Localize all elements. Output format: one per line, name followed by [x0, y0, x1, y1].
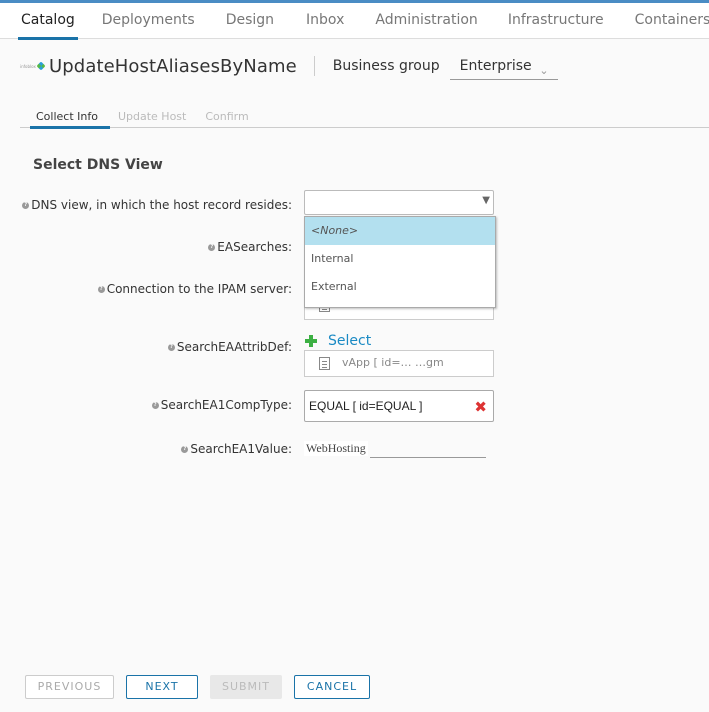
chevron-down-icon: ▼	[482, 195, 490, 206]
main-nav: Catalog Deployments Design Inbox Adminis…	[0, 3, 709, 40]
infoblox-logo: infoblox	[20, 59, 48, 73]
wizard-steps: Collect Info Update Host Confirm	[20, 108, 709, 129]
step-collect-info[interactable]: Collect Info	[25, 108, 110, 129]
request-header: infoblox UpdateHostAliasesByName Busines…	[20, 50, 558, 82]
logo-text: infoblox	[20, 63, 36, 69]
help-icon[interactable]: ?	[181, 445, 189, 453]
ipam-connection-label: ? Connection to the IPAM server:	[97, 282, 292, 296]
help-icon[interactable]: ?	[97, 285, 105, 293]
dns-view-dropdown-menu: <None> Internal External	[304, 216, 496, 308]
dns-view-label: ? DNS view, in which the host record res…	[22, 198, 292, 212]
help-icon[interactable]: ?	[151, 401, 159, 409]
chevron-down-icon: ⌄	[539, 63, 549, 77]
next-button[interactable]: NEXT	[126, 675, 198, 699]
search-ea1-value-label-text: SearchEA1Value:	[190, 442, 292, 456]
nav-tab-catalog[interactable]: Catalog	[10, 3, 86, 40]
page-title: UpdateHostAliasesByName	[49, 55, 297, 77]
step-update-host[interactable]: Update Host	[110, 108, 194, 127]
dns-view-label-text: DNS view, in which the host record resid…	[31, 198, 292, 212]
search-ea1-comp-type-label: ? SearchEA1CompType:	[151, 398, 292, 412]
webhosting-label: WebHosting	[304, 441, 368, 456]
help-icon[interactable]: ?	[167, 343, 175, 351]
add-icon	[305, 335, 317, 347]
search-ea1-value-input[interactable]	[370, 443, 486, 458]
help-icon[interactable]: ?	[22, 201, 30, 209]
search-ea1-comp-type-label-text: SearchEA1CompType:	[160, 398, 292, 412]
section-title: Select DNS View	[33, 157, 163, 173]
nav-tab-deployments[interactable]: Deployments	[91, 3, 206, 39]
business-group-label: Business group	[332, 58, 440, 74]
nav-tab-administration[interactable]: Administration	[364, 3, 488, 39]
business-group-value: Enterprise	[459, 57, 532, 74]
header-divider	[313, 56, 315, 76]
dropdown-option-external[interactable]: External	[305, 273, 495, 301]
ea-searches-label-text: EASearches:	[217, 240, 292, 254]
select-link-label: Select	[328, 333, 372, 349]
dropdown-option-none[interactable]: <None>	[305, 217, 495, 245]
nav-tab-infrastructure[interactable]: Infrastructure	[497, 3, 615, 39]
ipam-connection-label-text: Connection to the IPAM server:	[106, 282, 292, 296]
attrib-def-item-box[interactable]: vApp [ id=… …gm	[304, 350, 494, 377]
top-navigation-bar: Catalog Deployments Design Inbox Adminis…	[0, 0, 709, 40]
dropdown-option-internal[interactable]: Internal	[305, 245, 495, 273]
nav-tab-inbox[interactable]: Inbox	[295, 3, 355, 39]
comp-type-field[interactable]: EQUAL [ id=EQUAL ] ✖	[304, 390, 494, 422]
select-attrib-def-button[interactable]: Select	[305, 333, 371, 349]
nav-tab-design[interactable]: Design	[215, 3, 285, 39]
search-ea-attrib-def-label-text: SearchEAAttribDef:	[176, 340, 292, 354]
attrib-def-item-text: vApp [ id=… …gm	[342, 356, 444, 369]
document-icon	[319, 357, 330, 370]
business-group-select[interactable]: Enterprise ⌄	[449, 53, 558, 80]
search-ea-attrib-def-label: ? SearchEAAttribDef:	[167, 340, 292, 354]
logo-mark-icon	[36, 61, 46, 71]
help-icon[interactable]: ?	[208, 243, 216, 251]
previous-button[interactable]: PREVIOUS	[25, 675, 114, 699]
cancel-button[interactable]: CANCEL	[294, 675, 370, 699]
ea-searches-label: ? EASearches:	[208, 240, 292, 254]
search-ea1-value-label: ? SearchEA1Value:	[181, 442, 292, 456]
submit-button[interactable]: SUBMIT	[210, 675, 282, 699]
dns-view-select[interactable]: ▼	[304, 190, 494, 215]
comp-type-value: EQUAL [ id=EQUAL ]	[309, 399, 423, 413]
nav-tab-containers[interactable]: Containers	[624, 3, 709, 39]
clear-icon[interactable]: ✖	[474, 398, 487, 416]
step-confirm[interactable]: Confirm	[197, 108, 256, 127]
